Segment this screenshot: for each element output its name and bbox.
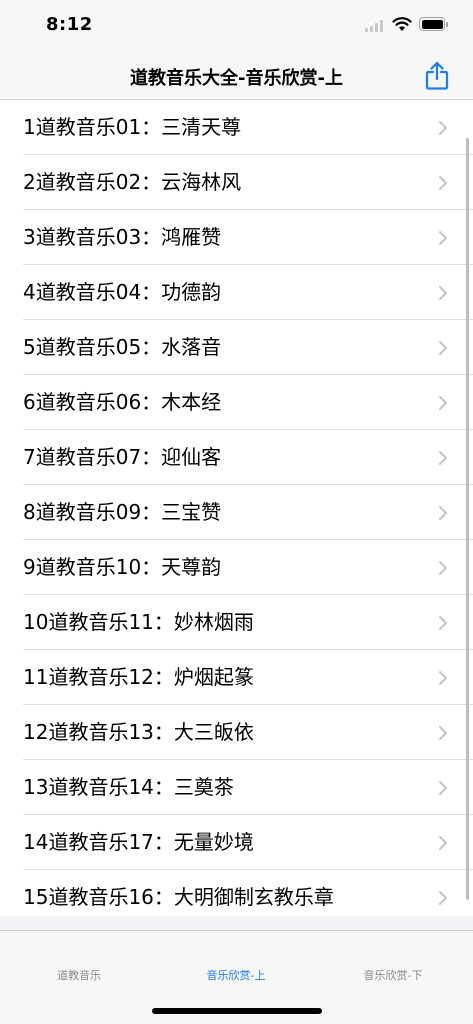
list-item-label: 8道教音乐09：三宝赞 (23, 500, 222, 524)
chevron-right-icon (439, 781, 447, 795)
home-indicator[interactable] (152, 1008, 322, 1014)
list-item[interactable]: 9道教音乐10：天尊韵 (0, 540, 473, 595)
list-item-label: 3道教音乐03：鸿雁赞 (23, 225, 222, 249)
list-item[interactable]: 2道教音乐02：云海林风 (0, 155, 473, 210)
chevron-right-icon (439, 451, 447, 465)
share-button[interactable] (422, 60, 452, 92)
wifi-icon (392, 17, 412, 31)
list-item-label: 14道教音乐17：无量妙境 (23, 830, 254, 854)
list-item-label: 5道教音乐05：水落音 (23, 335, 222, 359)
chevron-right-icon (439, 506, 447, 520)
list-item-label: 9道教音乐10：天尊韵 (23, 555, 222, 579)
list-item[interactable]: 5道教音乐05：水落音 (0, 320, 473, 375)
chevron-right-icon (439, 836, 447, 850)
list-item[interactable]: 12道教音乐13：大三皈依 (0, 705, 473, 760)
chevron-right-icon (439, 341, 447, 355)
list-item[interactable]: 15道教音乐16：大明御制玄教乐章 (0, 870, 473, 916)
list-item[interactable]: 14道教音乐17：无量妙境 (0, 815, 473, 870)
list-item[interactable]: 13道教音乐14：三奠茶 (0, 760, 473, 815)
song-list: 1道教音乐01：三清天尊 2道教音乐02：云海林风 3道教音乐03：鸿雁赞 4道… (0, 100, 473, 916)
chevron-right-icon (439, 286, 447, 300)
battery-icon (419, 17, 448, 31)
status-time: 8:12 (46, 14, 93, 35)
list-item[interactable]: 11道教音乐12：炉烟起篆 (0, 650, 473, 705)
list-item-label: 11道教音乐12：炉烟起篆 (23, 665, 254, 689)
tab-daoist-music[interactable]: 道教音乐 (0, 967, 158, 983)
chevron-right-icon (439, 176, 447, 190)
list-item[interactable]: 8道教音乐09：三宝赞 (0, 485, 473, 540)
list-item-label: 13道教音乐14：三奠茶 (23, 775, 234, 799)
list-item[interactable]: 4道教音乐04：功德韵 (0, 265, 473, 320)
chevron-right-icon (439, 891, 447, 905)
list-item-label: 6道教音乐06：木本经 (23, 390, 222, 414)
tab-music-appreciation-part1[interactable]: 音乐欣赏-上 (157, 967, 315, 983)
list-item[interactable]: 10道教音乐11：妙林烟雨 (0, 595, 473, 650)
status-bar: 8:12 (0, 0, 473, 52)
list-footer (0, 916, 473, 930)
chevron-right-icon (439, 726, 447, 740)
list-item-label: 10道教音乐11：妙林烟雨 (23, 610, 254, 634)
chevron-right-icon (439, 561, 447, 575)
list-item-label: 2道教音乐02：云海林风 (23, 170, 242, 194)
list-item-label: 12道教音乐13：大三皈依 (23, 720, 254, 744)
page-title: 道教音乐大全-音乐欣赏-上 (130, 68, 343, 89)
list-item-label: 1道教音乐01：三清天尊 (23, 115, 242, 139)
chevron-right-icon (439, 396, 447, 410)
list-item[interactable]: 1道教音乐01：三清天尊 (0, 100, 473, 155)
chevron-right-icon (439, 121, 447, 135)
list-item[interactable]: 3道教音乐03：鸿雁赞 (0, 210, 473, 265)
list-item[interactable]: 6道教音乐06：木本经 (0, 375, 473, 430)
chevron-right-icon (439, 231, 447, 245)
share-icon (425, 61, 449, 90)
tab-music-appreciation-part2[interactable]: 音乐欣赏-下 (314, 967, 472, 983)
list-item-label: 4道教音乐04：功德韵 (23, 280, 222, 304)
chevron-right-icon (439, 671, 447, 685)
chevron-right-icon (439, 616, 447, 630)
list-item-label: 7道教音乐07：迎仙客 (23, 445, 222, 469)
list-item-label: 15道教音乐16：大明御制玄教乐章 (23, 885, 334, 909)
cellular-signal-icon (365, 20, 385, 32)
scrollbar[interactable] (466, 138, 469, 900)
navigation-bar: 道教音乐大全-音乐欣赏-上 (0, 52, 473, 100)
list-item[interactable]: 7道教音乐07：迎仙客 (0, 430, 473, 485)
